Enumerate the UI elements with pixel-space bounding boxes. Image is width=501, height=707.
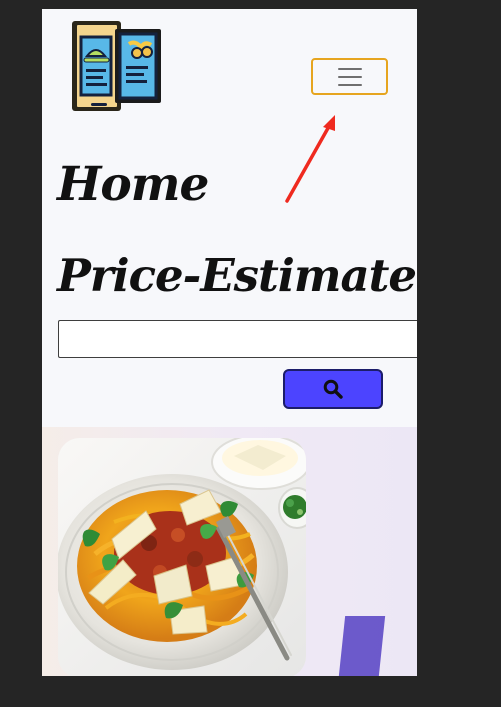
hamburger-line-top bbox=[337, 67, 362, 70]
site-header: Home Price-Estimate bbox=[42, 9, 417, 427]
search-icon bbox=[323, 379, 343, 399]
red-annotation-arrow-icon bbox=[285, 115, 335, 203]
mobile-viewport: Home Price-Estimate bbox=[42, 9, 417, 676]
page-title-line-price-estimate: Price-Estimate bbox=[57, 249, 417, 302]
background-purple-object bbox=[338, 616, 386, 676]
hamburger-menu-icon bbox=[337, 67, 362, 86]
menu-book-logo-icon[interactable] bbox=[70, 19, 166, 115]
page-title-line-home: Home bbox=[57, 157, 209, 212]
search-button[interactable] bbox=[283, 369, 383, 409]
search-input[interactable] bbox=[58, 320, 417, 358]
hamburger-line-middle bbox=[337, 75, 362, 78]
hamburger-line-bottom bbox=[337, 83, 362, 86]
food-image-section bbox=[42, 427, 417, 676]
menu-toggle-button[interactable] bbox=[311, 58, 388, 95]
spaghetti-bolognese-photo bbox=[58, 438, 306, 676]
